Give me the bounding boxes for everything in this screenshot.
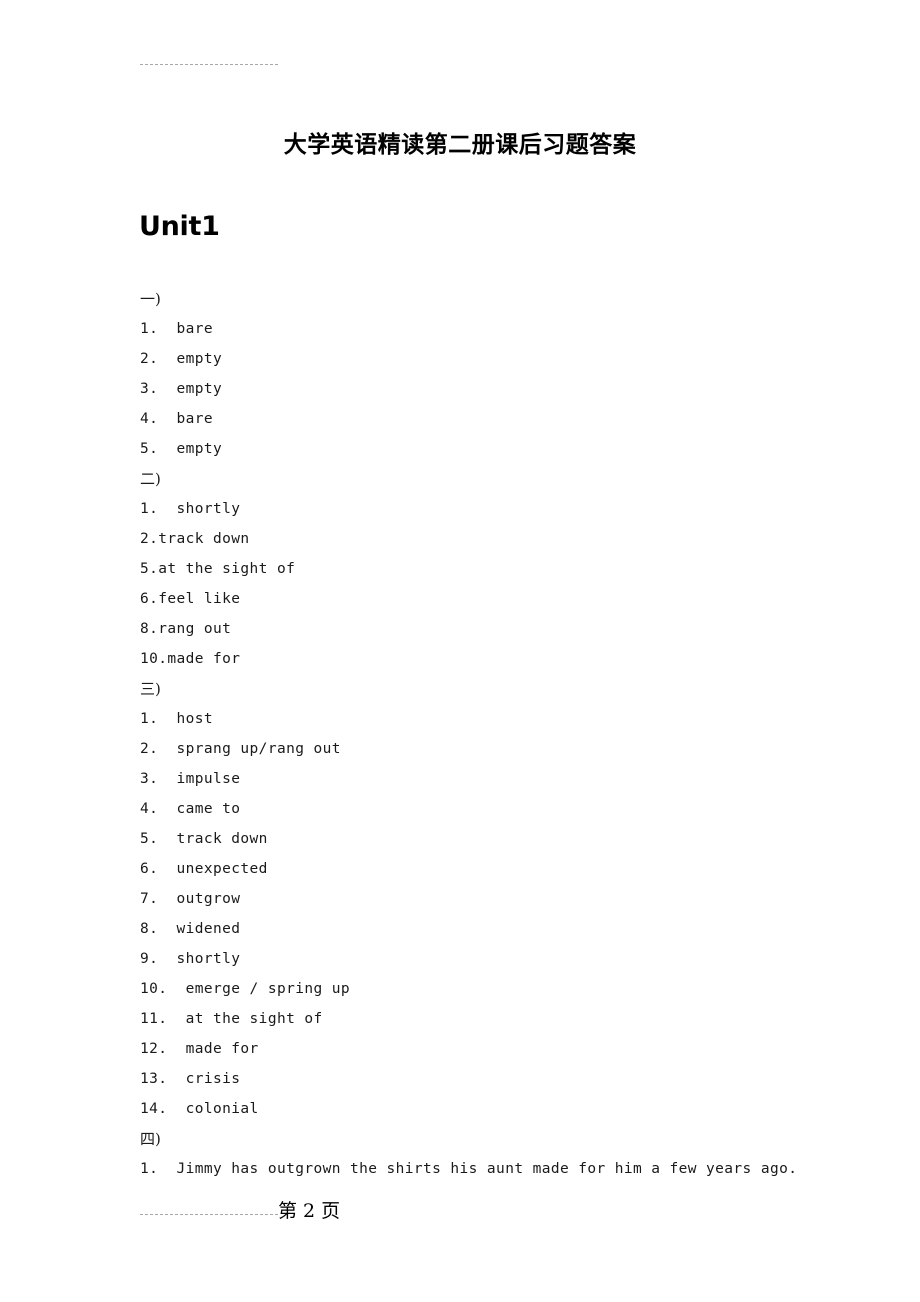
answers-content: 一) 1. bare 2. empty 3. empty 4. bare 5. empty… bbox=[140, 284, 840, 1184]
answer-item: 8. widened bbox=[140, 921, 241, 937]
section-label: 一) bbox=[140, 290, 161, 308]
document-title: 大学英语精读第二册课后习题答案 bbox=[283, 131, 637, 158]
answer-item: 8.rang out bbox=[140, 621, 232, 637]
answer-item: 1. Jimmy has outgrown the shirts his aun… bbox=[140, 1161, 798, 1177]
answer-item: 2. empty bbox=[140, 351, 223, 367]
section-label: 三) bbox=[140, 680, 161, 698]
unit-heading: Unit1 bbox=[139, 211, 220, 242]
answer-item: 5. empty bbox=[140, 441, 223, 457]
answer-item: 14. colonial bbox=[140, 1101, 259, 1117]
answer-item: 6. unexpected bbox=[140, 861, 268, 877]
answer-item: 1. host bbox=[140, 711, 214, 727]
section-label: 四) bbox=[140, 1130, 161, 1148]
answer-item: 12. made for bbox=[140, 1041, 259, 1057]
answer-item: 3. empty bbox=[140, 381, 223, 397]
answer-item: 5.at the sight of bbox=[140, 561, 296, 577]
answer-item: 1. shortly bbox=[140, 501, 241, 517]
document-page: 大学英语精读第二册课后习题答案 Unit1 一) 1. bare 2. empty 3… bbox=[0, 0, 920, 1302]
page-footer: 第 2 页 bbox=[140, 1196, 780, 1226]
answer-item: 2. sprang up/rang out bbox=[140, 741, 341, 757]
section-label: 二) bbox=[140, 470, 161, 488]
answer-item: 10. emerge / spring up bbox=[140, 981, 350, 997]
answer-item: 4. came to bbox=[140, 801, 241, 817]
answer-item: 3. impulse bbox=[140, 771, 241, 787]
answer-item: 10.made for bbox=[140, 651, 241, 667]
answer-item: 7. outgrow bbox=[140, 891, 241, 907]
answer-item: 1. bare bbox=[140, 321, 214, 337]
answer-item: 4. bare bbox=[140, 411, 214, 427]
answer-item: 13. crisis bbox=[140, 1071, 241, 1087]
footer-dashed-rule bbox=[140, 1214, 278, 1215]
answer-item: 6.feel like bbox=[140, 591, 241, 607]
answer-item: 11. at the sight of bbox=[140, 1011, 323, 1027]
answer-item: 9. shortly bbox=[140, 951, 241, 967]
answer-item: 5. track down bbox=[140, 831, 268, 847]
header-dashed-rule bbox=[140, 64, 278, 65]
page-number: 第 2 页 bbox=[278, 1200, 341, 1222]
answer-item: 2.track down bbox=[140, 531, 250, 547]
